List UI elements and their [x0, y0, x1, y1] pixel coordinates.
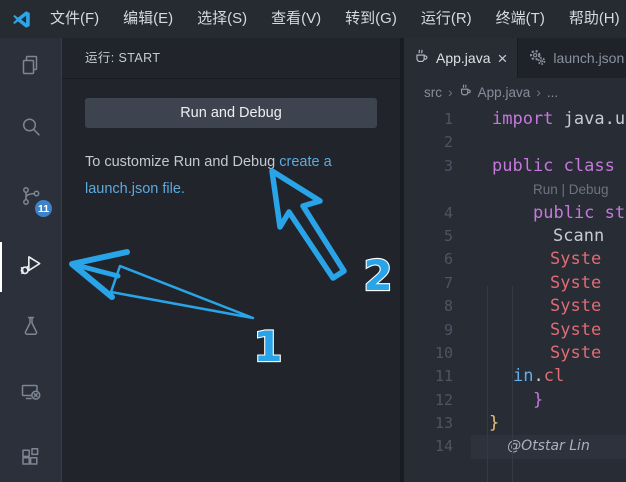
code-line: 9 Syste	[404, 319, 626, 342]
explorer-icon[interactable]	[13, 47, 49, 83]
line-number: 8	[404, 295, 453, 318]
line-number: 6	[404, 248, 453, 271]
code-token: in	[513, 366, 533, 386]
source-control-icon[interactable]: 11	[13, 178, 49, 214]
code-token: }	[533, 389, 543, 412]
code-token: Syste	[550, 295, 601, 318]
search-icon[interactable]	[13, 109, 49, 145]
menu-bar: 文件(F) 编辑(E) 选择(S) 查看(V) 转到(G) 运行(R) 终端(T…	[0, 0, 626, 38]
breadcrumb-src[interactable]: src	[424, 85, 442, 100]
indent-guide	[487, 286, 488, 482]
code-line: 11 in.cl	[404, 365, 626, 388]
codelens-row: Run | Debug	[404, 178, 626, 201]
codelens-run-debug[interactable]: Run | Debug	[533, 178, 609, 201]
code-line: 2	[404, 131, 626, 154]
menu-item-view[interactable]: 查看(V)	[259, 0, 333, 38]
breadcrumb-file[interactable]: App.java	[478, 85, 531, 100]
run-and-debug-button[interactable]: Run and Debug	[85, 98, 377, 128]
code-token: }	[489, 412, 499, 435]
line-number: 14	[404, 435, 453, 458]
chevron-right-icon: ›	[536, 84, 541, 100]
code-line: 5 Scann	[404, 225, 626, 248]
menu-item-run[interactable]: 运行(R)	[409, 0, 484, 38]
menu-item-help[interactable]: 帮助(H)	[557, 0, 626, 38]
code-token: import	[492, 109, 553, 129]
code-line: 13}	[404, 412, 626, 435]
code-token: Syste	[550, 272, 601, 295]
run-debug-panel: 运行: START Run and Debug To customize Run…	[62, 38, 400, 482]
tab-app-java[interactable]: App.java ×	[404, 38, 518, 78]
line-number	[404, 178, 453, 201]
code-line: 8 Syste	[404, 295, 626, 318]
code-line: 12}	[404, 389, 626, 412]
code-token: cl	[544, 366, 564, 386]
code-line: 4 public st	[404, 202, 626, 225]
menu-item-go[interactable]: 转到(G)	[333, 0, 409, 38]
run-debug-icon[interactable]	[13, 247, 49, 283]
menu-item-edit[interactable]: 编辑(E)	[111, 0, 185, 38]
menu-item-file[interactable]: 文件(F)	[38, 0, 111, 38]
code-line: 3 public class	[404, 155, 626, 178]
line-number: 13	[404, 412, 453, 435]
hint-text: To customize Run and Debug	[85, 154, 275, 170]
menu-item-terminal[interactable]: 终端(T)	[484, 0, 557, 38]
code-area[interactable]: 1 import java.u 2 3 public class Run | Deb…	[404, 106, 626, 459]
vscode-logo-icon	[11, 9, 32, 30]
code-line: 1 import java.u	[404, 108, 626, 131]
active-view-indicator	[0, 242, 2, 292]
code-line: 14 @Otstar Lin	[404, 435, 626, 458]
code-line: 6 Syste	[404, 248, 626, 271]
remote-explorer-icon[interactable]	[13, 374, 49, 410]
code-token: public st	[533, 202, 625, 225]
line-number: 11	[404, 365, 453, 388]
code-line: 10 Syste	[404, 342, 626, 365]
line-number: 9	[404, 319, 453, 342]
line-number: 5	[404, 225, 453, 248]
code-token: Scann	[553, 225, 604, 248]
extensions-icon[interactable]	[13, 440, 49, 476]
scm-badge: 11	[35, 200, 52, 217]
vscode-window: 文件(F) 编辑(E) 选择(S) 查看(V) 转到(G) 运行(R) 终端(T…	[0, 0, 626, 482]
line-number: 1	[404, 108, 453, 131]
tab-label: launch.json	[553, 50, 624, 66]
line-number: 4	[404, 202, 453, 225]
tab-launch-json[interactable]: launch.json	[518, 38, 626, 78]
code-token: .	[533, 366, 543, 386]
testing-icon[interactable]	[13, 308, 49, 344]
chevron-right-icon: ›	[448, 84, 453, 100]
editor-group: App.java × launch.json src ›	[404, 38, 626, 482]
panel-body: Run and Debug To customize Run and Debug…	[62, 78, 400, 203]
code-token: Syste	[550, 248, 601, 271]
code-token: public class	[492, 155, 615, 178]
line-number: 3	[404, 155, 453, 178]
watermark: @Otstar Lin	[471, 435, 626, 458]
sidebar-editor-divider[interactable]	[400, 38, 404, 482]
tab-label: App.java	[436, 50, 490, 66]
tab-bar: App.java × launch.json	[404, 38, 626, 78]
line-number: 10	[404, 342, 453, 365]
code-token: java.u	[553, 109, 625, 129]
line-number: 7	[404, 272, 453, 295]
customize-hint: To customize Run and Debug create a laun…	[85, 149, 377, 203]
panel-title: 运行: START	[62, 38, 400, 78]
breadcrumb-more[interactable]: ...	[547, 85, 558, 100]
line-number: 12	[404, 389, 453, 412]
java-file-icon	[459, 84, 472, 100]
java-file-icon	[414, 49, 429, 67]
gear-icon	[528, 48, 546, 69]
menu-item-selection[interactable]: 选择(S)	[185, 0, 259, 38]
activity-bar: 11	[0, 38, 62, 482]
indent-guide	[512, 286, 513, 482]
close-icon[interactable]: ×	[497, 50, 507, 67]
code-token: Syste	[550, 342, 601, 365]
breadcrumb: src › App.java › ...	[404, 78, 626, 106]
code-line: 7 Syste	[404, 272, 626, 295]
code-token: Syste	[550, 319, 601, 342]
line-number: 2	[404, 131, 453, 154]
